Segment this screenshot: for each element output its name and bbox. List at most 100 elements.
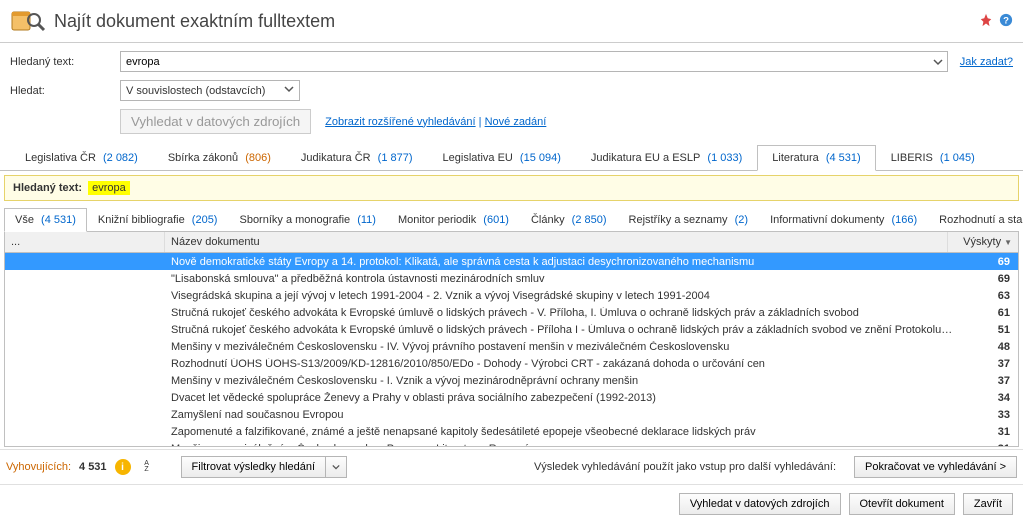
subtab-count: (2 850) — [569, 214, 607, 226]
filter-results-dropdown[interactable] — [325, 456, 347, 478]
table-row[interactable]: Visegrádská skupina a její vývoj v letec… — [5, 287, 1018, 304]
new-task-link[interactable]: Nové zadání — [485, 116, 547, 128]
search-input[interactable] — [120, 51, 948, 72]
page-title: Najít dokument exaktním fulltextem — [54, 11, 979, 32]
continue-search-button[interactable]: Pokračovat ve vyhledávání > — [854, 456, 1017, 478]
subtab-label: Články — [531, 214, 565, 226]
tab-judikatura-eu-a-eslp[interactable]: Judikatura EU a ESLP (1 033) — [576, 145, 757, 171]
filter-results-main[interactable]: Filtrovat výsledky hledání — [181, 456, 326, 478]
cell-document-name: Dvacet let vědecké spolupráce Ženevy a P… — [165, 392, 960, 404]
cell-occurrences: 37 — [960, 375, 1018, 387]
advanced-search-link[interactable]: Zobrazit rozšířené vyhledávání — [325, 116, 475, 128]
table-row[interactable]: Nově demokratické státy Evropy a 14. pro… — [5, 253, 1018, 270]
cell-occurrences: 69 — [960, 273, 1018, 285]
search-sources-button[interactable]: Vyhledat v datových zdrojích — [679, 493, 841, 515]
subtab-count: (205) — [189, 214, 218, 226]
tab-label: Sbírka zákonů — [168, 152, 238, 164]
table-row[interactable]: Zapomenuté a falzifikované, známé a ješt… — [5, 423, 1018, 440]
subtab-count: (4 531) — [38, 214, 76, 226]
help-icon[interactable]: ? — [999, 13, 1013, 30]
searched-text-label: Hledaný text: — [10, 56, 120, 68]
tab-legislativa-eu[interactable]: Legislativa EU (15 094) — [428, 145, 576, 171]
main-tabs: Legislativa ČR (2 082)Sbírka zákonů (806… — [0, 144, 1023, 171]
subtab[interactable]: Rejstříky a seznamy (2) — [618, 208, 760, 232]
close-button[interactable]: Zavřít — [963, 493, 1013, 515]
how-to-enter-link[interactable]: Jak zadat? — [960, 56, 1013, 68]
tab-liberis[interactable]: LIBERIS (1 045) — [876, 145, 990, 171]
tab-legislativa-r[interactable]: Legislativa ČR (2 082) — [10, 145, 153, 171]
tab-judikatura-r[interactable]: Judikatura ČR (1 877) — [286, 145, 428, 171]
subtab-count: (166) — [888, 214, 917, 226]
filter-results-button: Filtrovat výsledky hledání — [181, 456, 348, 478]
table-row[interactable]: Menšiny v meziválečném Československu - … — [5, 372, 1018, 389]
tab-count: (4 531) — [823, 152, 861, 164]
sort-desc-icon: ▼ — [1004, 238, 1012, 247]
subtab[interactable]: Monitor periodik (601) — [387, 208, 520, 232]
cell-occurrences: 51 — [960, 324, 1018, 336]
table-row[interactable]: Zamyšlení nad současnou Evropou33 — [5, 406, 1018, 423]
cell-document-name: Visegrádská skupina a její vývoj v letec… — [165, 290, 960, 302]
subtab[interactable]: Články (2 850) — [520, 208, 618, 232]
table-row[interactable]: Menšiny v meziválečném Československu - … — [5, 338, 1018, 355]
subtab-label: Vše — [15, 214, 34, 226]
tab-label: LIBERIS — [891, 152, 933, 164]
col-document-name[interactable]: Název dokumentu — [165, 232, 948, 252]
search-binder-icon — [10, 6, 46, 36]
cell-occurrences: 63 — [960, 290, 1018, 302]
cell-occurrences: 31 — [960, 443, 1018, 447]
subtab-label: Sborníky a monografie — [239, 214, 350, 226]
subtab[interactable]: Rozhodnutí a stanoviska správních orgánů… — [928, 208, 1023, 232]
tab-count: (1 045) — [937, 152, 975, 164]
subtab-count: (601) — [480, 214, 509, 226]
col-occurrences[interactable]: Výskyty▼ — [948, 232, 1018, 252]
subtab[interactable]: Knižní bibliografie (205) — [87, 208, 229, 232]
cell-occurrences: 31 — [960, 426, 1018, 438]
sort-az-icon[interactable]: AZ — [139, 459, 155, 475]
chevron-down-icon — [284, 84, 294, 97]
header: Najít dokument exaktním fulltextem ? — [0, 0, 1023, 43]
chevron-down-icon[interactable] — [929, 52, 947, 71]
results-grid: ... Název dokumentu Výskyty▼ Nově demokr… — [4, 232, 1019, 447]
tab-label: Judikatura ČR — [301, 152, 371, 164]
subtab[interactable]: Informativní dokumenty (166) — [759, 208, 928, 232]
search-in-select[interactable]: V souvislostech (odstavcích) — [120, 80, 300, 101]
subtab-label: Rozhodnutí a stanoviska správních orgánů — [939, 214, 1023, 226]
tab-count: (1 033) — [704, 152, 742, 164]
subtab-label: Knižní bibliografie — [98, 214, 185, 226]
svg-text:?: ? — [1003, 15, 1009, 26]
pin-icon[interactable] — [979, 13, 993, 30]
table-row[interactable]: Dvacet let vědecké spolupráce Ženevy a P… — [5, 389, 1018, 406]
status-bar: Vyhovujících: 4 531 i AZ Filtrovat výsle… — [0, 449, 1023, 484]
tab-count: (2 082) — [100, 152, 138, 164]
cell-document-name: Nově demokratické státy Evropy a 14. pro… — [165, 256, 960, 268]
cell-document-name: Menšiny v meziválečném Československu - … — [165, 341, 960, 353]
col-indicator[interactable]: ... — [5, 232, 165, 252]
cell-document-name: Zapomenuté a falzifikované, známé a ješt… — [165, 426, 960, 438]
table-row[interactable]: Menšiny v meziválečném Československu - … — [5, 440, 1018, 446]
cell-document-name: Menšiny v meziválečném Československu - … — [165, 443, 960, 447]
tab-sb-rka-z-kon-[interactable]: Sbírka zákonů (806) — [153, 145, 286, 171]
cell-occurrences: 33 — [960, 409, 1018, 421]
table-row[interactable]: "Lisabonská smlouva" a předběžná kontrol… — [5, 270, 1018, 287]
cell-document-name: Zamyšlení nad současnou Evropou — [165, 409, 960, 421]
tab-literatura[interactable]: Literatura (4 531) — [757, 145, 875, 171]
tab-label: Legislativa ČR — [25, 152, 96, 164]
tab-label: Legislativa EU — [443, 152, 513, 164]
tab-count: (15 094) — [517, 152, 561, 164]
search-in-value: V souvislostech (odstavcích) — [126, 85, 265, 97]
grid-header: ... Název dokumentu Výskyty▼ — [5, 232, 1018, 253]
search-banner: Hledaný text: evropa — [4, 175, 1019, 201]
table-row[interactable]: Stručná rukojeť českého advokáta k Evrop… — [5, 304, 1018, 321]
cell-occurrences: 61 — [960, 307, 1018, 319]
table-row[interactable]: Rozhodnutí ÚOHS ÚOHS-S13/2009/KD-12816/2… — [5, 355, 1018, 372]
cell-occurrences: 34 — [960, 392, 1018, 404]
banner-highlight: evropa — [88, 181, 130, 195]
open-document-button[interactable]: Otevřít dokument — [849, 493, 955, 515]
search-in-label: Hledat: — [10, 85, 120, 97]
subtab[interactable]: Vše (4 531) — [4, 208, 87, 232]
tab-count: (1 877) — [375, 152, 413, 164]
table-row[interactable]: Stručná rukojeť českého advokáta k Evrop… — [5, 321, 1018, 338]
subtab-count: (11) — [354, 214, 376, 226]
info-badge-icon[interactable]: i — [115, 459, 131, 475]
subtab[interactable]: Sborníky a monografie (11) — [228, 208, 386, 232]
